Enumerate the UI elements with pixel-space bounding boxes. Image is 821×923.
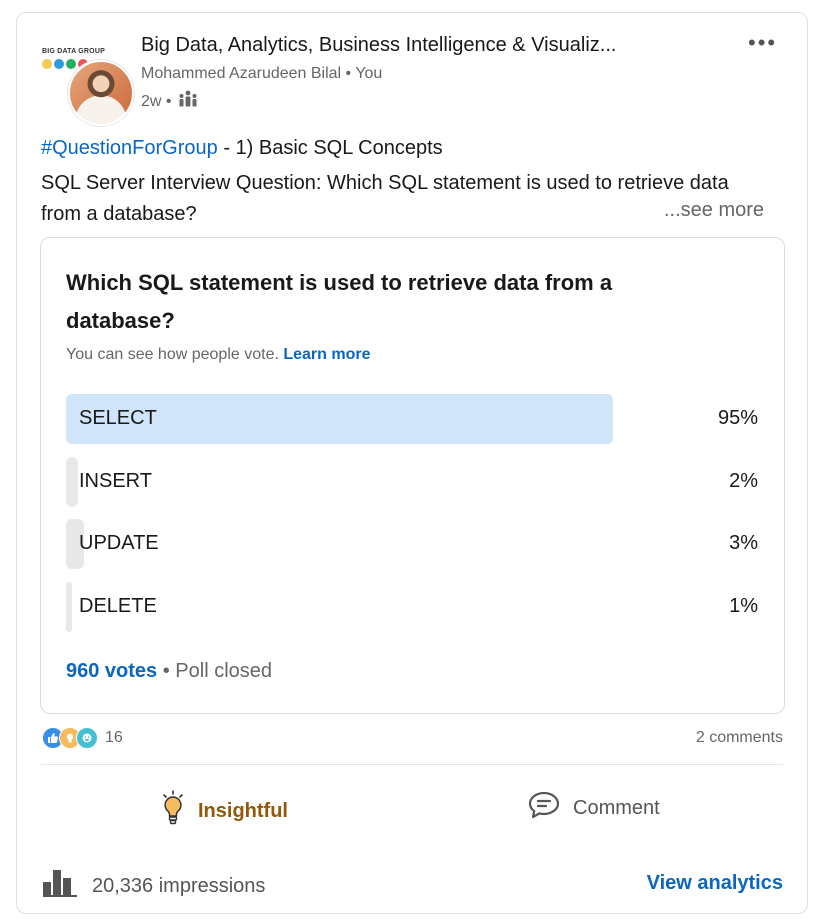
comment-button[interactable]: Comment — [527, 790, 660, 826]
group-name[interactable]: Big Data, Analytics, Business Intelligen… — [141, 34, 616, 57]
reactions-summary[interactable]: 16 — [42, 727, 123, 749]
poll-option: SELECT 95% — [66, 394, 760, 444]
post-time: 2w • — [141, 92, 172, 110]
group-logo-text: BIG DATA GROUP — [42, 48, 105, 55]
comment-label: Comment — [573, 796, 660, 819]
impressions-count: 20,336 impressions — [92, 874, 266, 897]
see-more-link[interactable]: ...see more — [664, 199, 764, 222]
poll-option-percent: 1% — [729, 595, 758, 617]
author-name[interactable]: Mohammed Azarudeen Bilal • You — [141, 65, 382, 83]
more-options-button[interactable]: ••• — [748, 30, 777, 56]
post-title-rest: - 1) Basic SQL Concepts — [217, 137, 443, 159]
funny-icon — [76, 727, 98, 749]
author-avatar[interactable] — [68, 60, 134, 126]
poll-status: • Poll closed — [157, 660, 273, 682]
poll-note: You can see how people vote. Learn more — [66, 346, 371, 364]
poll-option-bar — [66, 582, 72, 632]
poll-votes-link[interactable]: 960 votes — [66, 660, 157, 682]
comments-count-link[interactable]: 2 comments — [696, 729, 783, 747]
poll-option-percent: 2% — [729, 470, 758, 492]
poll-note-text: You can see how people vote. — [66, 346, 279, 363]
poll-option-label: DELETE — [79, 595, 157, 617]
post-title: #QuestionForGroup - 1) Basic SQL Concept… — [41, 137, 443, 160]
bar-chart-icon — [42, 868, 78, 904]
poll-option-label: SELECT — [79, 407, 157, 429]
post-meta: 2w • — [141, 90, 198, 113]
comment-icon — [527, 790, 561, 826]
post-body: SQL Server Interview Question: Which SQL… — [41, 172, 729, 225]
poll-option: UPDATE 3% — [66, 519, 760, 569]
poll-question: Which SQL statement is used to retrieve … — [66, 270, 613, 333]
lightbulb-icon — [160, 790, 186, 832]
divider — [41, 764, 783, 765]
learn-more-link[interactable]: Learn more — [283, 346, 370, 363]
poll-option: DELETE 1% — [66, 582, 760, 632]
poll-option-percent: 95% — [717, 407, 758, 429]
poll-option-label: UPDATE — [79, 532, 159, 554]
poll-option-percent: 3% — [729, 532, 758, 554]
view-analytics-link[interactable]: View analytics — [647, 872, 783, 895]
poll-option: INSERT 2% — [66, 457, 760, 507]
group-icon — [178, 90, 198, 113]
poll-option-bar — [66, 457, 78, 507]
reaction-count: 16 — [105, 729, 123, 746]
poll-option-label: INSERT — [79, 470, 152, 492]
insightful-button[interactable]: Insightful — [160, 790, 288, 832]
insightful-label: Insightful — [198, 799, 288, 822]
hashtag-link[interactable]: #QuestionForGroup — [41, 137, 218, 159]
poll-footer: 960 votes • Poll closed — [66, 660, 272, 683]
impressions: 20,336 impressions — [42, 868, 265, 904]
